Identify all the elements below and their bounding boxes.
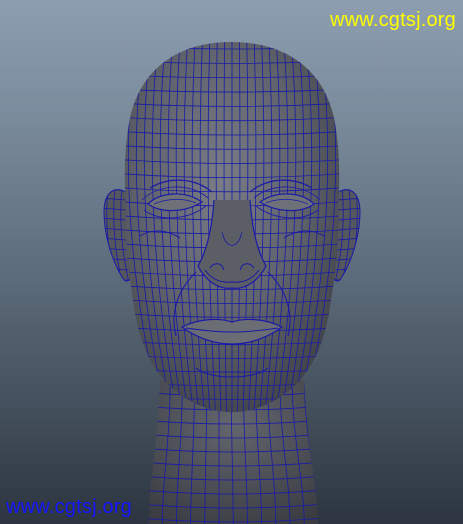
3d-viewport[interactable]: www.cgtsj.org www.cgtsj.org bbox=[0, 0, 463, 524]
watermark-top-right: www.cgtsj.org bbox=[330, 9, 456, 31]
head-model[interactable] bbox=[0, 0, 463, 524]
watermark-bottom-left: www.cgtsj.org bbox=[6, 496, 132, 518]
